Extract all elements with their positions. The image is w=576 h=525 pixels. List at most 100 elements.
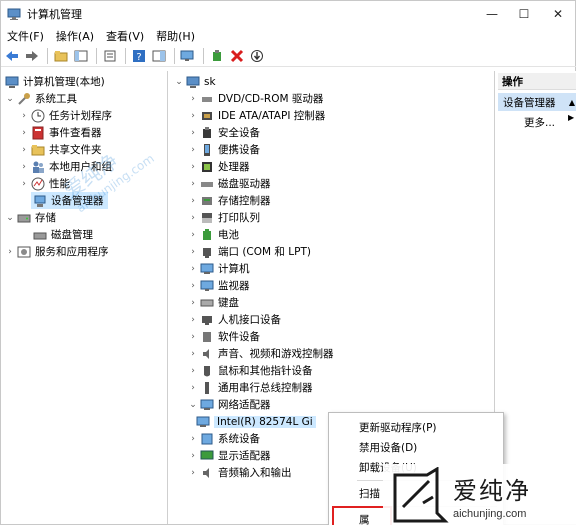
- collapsed-chevron-icon[interactable]: ›: [188, 430, 198, 447]
- collapsed-chevron-icon[interactable]: ›: [19, 141, 29, 158]
- collapsed-chevron-icon[interactable]: ›: [188, 294, 198, 311]
- collapsed-chevron-icon[interactable]: ›: [5, 243, 15, 260]
- collapsed-chevron-icon[interactable]: ›: [188, 447, 198, 464]
- disable-icon[interactable]: [228, 47, 246, 65]
- device-category[interactable]: › 显示适配器: [188, 447, 271, 464]
- device-category[interactable]: › 磁盘驱动器: [188, 175, 271, 192]
- window-title: 计算机管理: [27, 8, 82, 21]
- device-category[interactable]: › 键盘: [188, 294, 239, 311]
- device-category[interactable]: › 软件设备: [188, 328, 260, 345]
- device-category-label: 通用串行总线控制器: [218, 382, 313, 394]
- update-icon[interactable]: [248, 47, 266, 65]
- forward-icon[interactable]: [23, 47, 41, 65]
- tree-services-apps[interactable]: › 服务和应用程序: [5, 243, 109, 260]
- device-category-label: 电池: [218, 229, 239, 241]
- tree-local-users[interactable]: › 本地用户和组: [19, 158, 112, 175]
- help-icon[interactable]: ?: [130, 47, 148, 65]
- device-category[interactable]: › 系统设备: [188, 430, 260, 447]
- tree-event-viewer[interactable]: › 事件查看器: [19, 124, 102, 141]
- tree-label: 共享文件夹: [49, 144, 102, 156]
- tree-storage[interactable]: ⌄ 存储: [5, 209, 56, 226]
- tree-disk-management[interactable]: 磁盘管理: [31, 226, 93, 243]
- device-category[interactable]: › 计算机: [188, 260, 250, 277]
- device-category[interactable]: › 便携设备: [188, 141, 260, 158]
- properties-icon[interactable]: [101, 47, 119, 65]
- action-more[interactable]: 更多...: [498, 113, 576, 131]
- maximize-button[interactable]: ☐: [507, 1, 541, 27]
- tree-label: 磁盘管理: [51, 229, 93, 241]
- collapsed-chevron-icon[interactable]: ›: [188, 379, 198, 396]
- collapsed-chevron-icon[interactable]: ›: [188, 277, 198, 294]
- expanded-chevron-icon[interactable]: ⌄: [5, 90, 15, 107]
- console-tree-icon[interactable]: [72, 47, 90, 65]
- menu-help[interactable]: 帮助(H): [150, 28, 201, 44]
- tree-device-manager[interactable]: 设备管理器: [31, 192, 108, 209]
- device-category[interactable]: › 鼠标和其他指针设备: [188, 362, 312, 379]
- keyboard-icon: [200, 296, 214, 310]
- device-category[interactable]: ⌄ 网络适配器: [188, 396, 271, 413]
- menu-view[interactable]: 查看(V): [100, 28, 150, 44]
- device-category[interactable]: › 音频输入和输出: [188, 464, 291, 481]
- collapsed-chevron-icon[interactable]: ›: [188, 311, 198, 328]
- tree-shared-folders[interactable]: › 共享文件夹: [19, 141, 102, 158]
- device-category[interactable]: › 声音、视频和游戏控制器: [188, 345, 333, 362]
- close-button[interactable]: ✕: [541, 1, 575, 27]
- device-category[interactable]: › 通用串行总线控制器: [188, 379, 313, 396]
- menu-action[interactable]: 操作(A): [50, 28, 100, 44]
- device-category[interactable]: › 端口 (COM 和 LPT): [188, 243, 311, 260]
- collapsed-chevron-icon[interactable]: ›: [188, 243, 198, 260]
- collapsed-chevron-icon[interactable]: ›: [188, 260, 198, 277]
- collapsed-chevron-icon[interactable]: ›: [188, 209, 198, 226]
- device-category[interactable]: › DVD/CD-ROM 驱动器: [188, 90, 323, 107]
- device-category[interactable]: › 处理器: [188, 158, 249, 175]
- device-category[interactable]: › 人机接口设备: [188, 311, 281, 328]
- tree-task-scheduler[interactable]: › 任务计划程序: [19, 107, 112, 124]
- collapsed-chevron-icon[interactable]: ›: [188, 345, 198, 362]
- device-category[interactable]: › 安全设备: [188, 124, 260, 141]
- collapsed-chevron-icon[interactable]: ›: [188, 158, 198, 175]
- collapsed-chevron-icon[interactable]: ›: [188, 192, 198, 209]
- collapsed-chevron-icon[interactable]: ›: [19, 124, 29, 141]
- collapsed-chevron-icon[interactable]: ›: [188, 107, 198, 124]
- menu-file[interactable]: 文件(F): [1, 28, 50, 44]
- device-category[interactable]: › 电池: [188, 226, 239, 243]
- tree-performance[interactable]: › 性能: [19, 175, 70, 192]
- tree-root[interactable]: 计算机管理(本地): [3, 73, 105, 90]
- tree-label: 本地用户和组: [49, 161, 112, 173]
- expanded-chevron-icon[interactable]: ⌄: [5, 209, 15, 226]
- device-root[interactable]: ⌄ sk: [174, 73, 216, 90]
- expanded-chevron-icon[interactable]: ⌄: [174, 73, 184, 90]
- device-category[interactable]: › 监视器: [188, 277, 250, 294]
- collapsed-chevron-icon[interactable]: ›: [188, 90, 198, 107]
- collapsed-chevron-icon[interactable]: ›: [188, 141, 198, 158]
- collapsed-chevron-icon[interactable]: ›: [188, 362, 198, 379]
- ctx-update-driver[interactable]: 更新驱动程序(P): [329, 417, 505, 437]
- collapsed-chevron-icon[interactable]: ›: [188, 328, 198, 345]
- scan-hardware-icon[interactable]: [179, 47, 197, 65]
- collapse-triangle-icon[interactable]: ▲: [569, 98, 575, 107]
- device-network-adapter-intel[interactable]: Intel(R) 82574L Gi: [194, 413, 316, 430]
- console-tree-pane: 计算机管理(本地) ⌄ 系统工具 › 任务计划程序 › 事件查看器 › 共享文件…: [1, 71, 168, 524]
- collapsed-chevron-icon[interactable]: ›: [19, 158, 29, 175]
- show-hide-icon[interactable]: [150, 47, 168, 65]
- shared-folder-icon: [31, 143, 45, 157]
- action-device-manager[interactable]: 设备管理器 ▲: [498, 93, 576, 111]
- collapsed-chevron-icon[interactable]: ›: [19, 175, 29, 192]
- collapsed-chevron-icon[interactable]: ›: [188, 175, 198, 192]
- expanded-chevron-icon[interactable]: ⌄: [188, 396, 198, 413]
- ctx-disable-device[interactable]: 禁用设备(D): [329, 437, 505, 457]
- collapsed-chevron-icon[interactable]: ›: [188, 226, 198, 243]
- up-folder-icon[interactable]: [52, 47, 70, 65]
- add-driver-icon[interactable]: [208, 47, 226, 65]
- device-category[interactable]: › IDE ATA/ATAPI 控制器: [188, 107, 325, 124]
- collapsed-chevron-icon[interactable]: ›: [19, 107, 29, 124]
- tree-system-tools[interactable]: ⌄ 系统工具: [5, 90, 77, 107]
- collapsed-chevron-icon[interactable]: ›: [188, 124, 198, 141]
- collapsed-chevron-icon[interactable]: ›: [188, 464, 198, 481]
- minimize-button[interactable]: —: [475, 1, 509, 27]
- device-category-label: 系统设备: [218, 433, 260, 445]
- device-category[interactable]: › 存储控制器: [188, 192, 270, 209]
- device-category-label: 磁盘驱动器: [218, 178, 271, 190]
- device-category[interactable]: › 打印队列: [188, 209, 260, 226]
- back-icon[interactable]: [3, 47, 21, 65]
